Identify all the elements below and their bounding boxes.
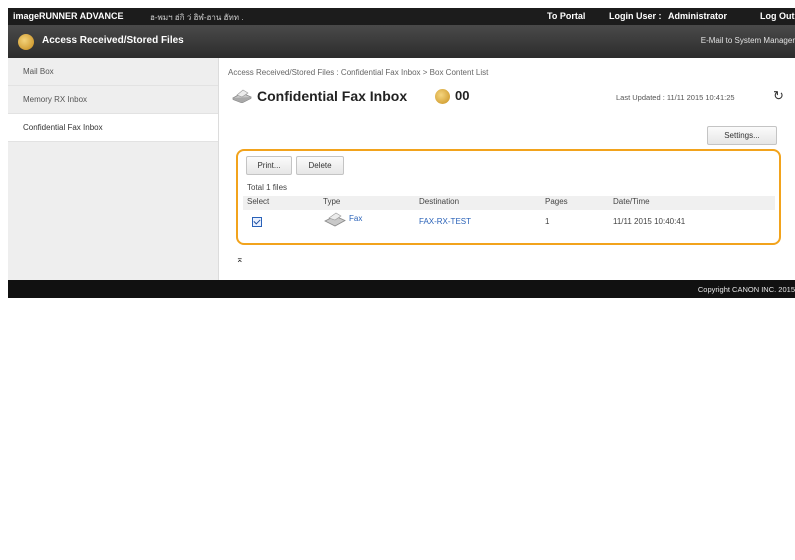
- jump-to-top-icon[interactable]: ⌅: [236, 254, 244, 265]
- header-destination: Destination: [419, 197, 460, 206]
- top-bar: imageRUNNER ADVANCE ฮ-พมฯ ฮ่กิ ว่ ฮิฬ-ฮา…: [8, 8, 795, 25]
- login-user-info: Login User : Administrator: [609, 11, 727, 21]
- table-row: Fax FAX-RX-TEST 1 11/11 2015 10:40:41: [243, 212, 775, 234]
- fax-type-icon: [324, 212, 346, 227]
- login-user-name: Administrator: [668, 11, 728, 21]
- mailbox-icon: [18, 34, 34, 50]
- pages-value: 1: [545, 217, 550, 226]
- select-checkbox[interactable]: [252, 217, 262, 227]
- login-user-label: Login User :: [609, 11, 662, 21]
- email-system-manager-link[interactable]: E-Mail to System Manager: [701, 36, 795, 45]
- footer: Copyright CANON INC. 2015: [8, 280, 795, 298]
- box-icon: [435, 89, 450, 104]
- header-datetime: Date/Time: [613, 197, 650, 206]
- delete-button[interactable]: Delete: [296, 156, 344, 175]
- sidebar: Mail Box Memory RX Inbox Confidential Fa…: [8, 58, 219, 280]
- sidebar-item-mail-box[interactable]: Mail Box: [8, 58, 218, 86]
- main-content: Access Received/Stored Files : Confident…: [219, 58, 795, 280]
- breadcrumb: Access Received/Stored Files : Confident…: [228, 68, 489, 77]
- settings-button[interactable]: Settings...: [707, 126, 777, 145]
- table-header: Select Type Destination Pages Date/Time: [243, 196, 775, 210]
- copyright: Copyright CANON INC. 2015: [697, 285, 795, 294]
- header-select: Select: [247, 197, 270, 206]
- sidebar-item-confidential-fax-inbox[interactable]: Confidential Fax Inbox: [8, 114, 218, 142]
- device-host: ฮ-พมฯ ฮ่กิ ว่ ฮิฬ-ฮาน ฮัทท .: [150, 13, 244, 22]
- header-pages: Pages: [545, 197, 568, 206]
- to-portal-link[interactable]: To Portal: [547, 11, 585, 21]
- page-title: Confidential Fax Inbox: [257, 88, 408, 104]
- box-number: 00: [455, 88, 470, 103]
- type-link[interactable]: Fax: [349, 214, 362, 223]
- fax-machine-icon: [232, 89, 252, 103]
- header-type: Type: [323, 197, 341, 206]
- refresh-icon[interactable]: ↻: [773, 89, 784, 102]
- app-window: imageRUNNER ADVANCE ฮ-พมฯ ฮ่กิ ว่ ฮิฬ-ฮา…: [8, 8, 795, 560]
- brand-name: imageRUNNER ADVANCE: [13, 11, 124, 21]
- print-button[interactable]: Print...: [246, 156, 292, 175]
- sidebar-item-memory-rx-inbox[interactable]: Memory RX Inbox: [8, 86, 218, 114]
- last-updated: Last Updated : 11/11 2015 10:41:25: [616, 93, 735, 102]
- logout-link[interactable]: Log Out: [760, 11, 795, 21]
- title-bar: Access Received/Stored Files E-Mail to S…: [8, 25, 795, 58]
- destination-link[interactable]: FAX-RX-TEST: [419, 217, 471, 226]
- app-title: Access Received/Stored Files: [42, 35, 184, 46]
- total-files: Total 1 files: [247, 183, 288, 192]
- datetime-value: 11/11 2015 10:40:41: [613, 217, 686, 226]
